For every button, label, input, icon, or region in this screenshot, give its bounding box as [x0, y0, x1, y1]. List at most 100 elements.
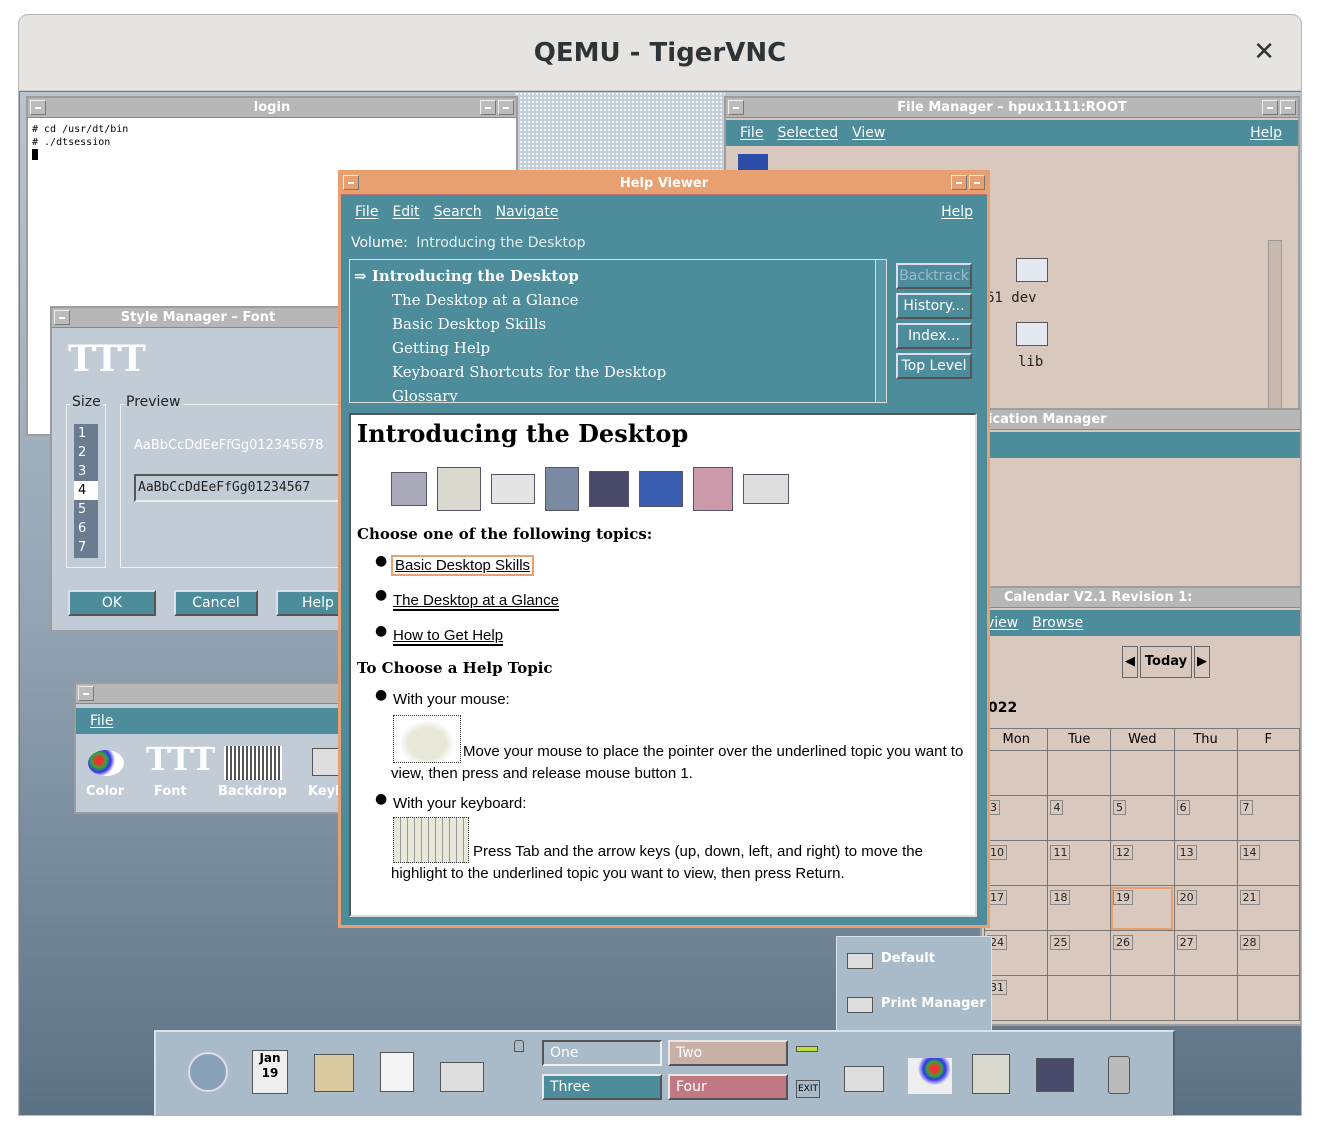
scrollbar[interactable]: [1268, 240, 1282, 410]
maximize-icon[interactable]: [1280, 100, 1296, 115]
day-cell[interactable]: 6: [1173, 795, 1238, 841]
window-menu-icon[interactable]: [54, 310, 70, 325]
toc-scrollbar[interactable]: [875, 259, 887, 403]
topic-tree[interactable]: ⇒ Introducing the Desktop The Desktop at…: [349, 259, 879, 403]
day-cell[interactable]: 4: [1047, 795, 1111, 841]
toc-item-current[interactable]: ⇒ Introducing the Desktop: [354, 264, 878, 288]
calendar-icon[interactable]: Jan 19: [252, 1050, 288, 1094]
menu-file[interactable]: File: [90, 713, 113, 729]
folder-locked-icon[interactable]: [1016, 322, 1048, 346]
day-cell[interactable]: 5: [1109, 795, 1175, 841]
window-menu-icon[interactable]: [728, 100, 744, 115]
menu-view[interactable]: view: [986, 615, 1018, 631]
file-label[interactable]: dev: [1011, 290, 1036, 306]
color-label[interactable]: Color: [86, 784, 124, 799]
lock-icon[interactable]: [514, 1040, 524, 1052]
workspace-four[interactable]: Four: [668, 1074, 788, 1100]
day-cell[interactable]: 14: [1236, 840, 1301, 886]
login-titlebar[interactable]: login: [28, 98, 516, 118]
topic-link[interactable]: How to Get Help: [393, 627, 504, 646]
history-button[interactable]: History...: [896, 293, 972, 319]
app-manager-icon[interactable]: [972, 1054, 1010, 1094]
backdrop-icon[interactable]: [224, 746, 282, 780]
backtrack-button[interactable]: Backtrack: [896, 263, 972, 289]
day-cell[interactable]: 31: [983, 975, 1049, 1021]
folder-locked-icon[interactable]: [1016, 258, 1048, 282]
day-cell[interactable]: 18: [1047, 885, 1111, 931]
minimize-icon[interactable]: [951, 175, 967, 190]
style-manager-icon[interactable]: [908, 1058, 952, 1094]
top-level-button[interactable]: Top Level: [896, 353, 972, 379]
file-manager-titlebar[interactable]: File Manager – hpux1111:ROOT: [726, 98, 1298, 118]
workspace-two[interactable]: Two: [668, 1040, 788, 1066]
day-cell[interactable]: 21: [1236, 885, 1301, 931]
day-cell[interactable]: [1236, 750, 1301, 796]
calendar-titlebar[interactable]: Calendar V2.1 Revision 1: root@hpux111: [982, 588, 1300, 625]
toc-item[interactable]: Keyboard Shortcuts for the Desktop: [354, 360, 878, 384]
window-menu-icon[interactable]: [343, 175, 359, 190]
day-cell-today[interactable]: 19: [1109, 885, 1175, 931]
help-viewer-titlebar[interactable]: Help Viewer: [341, 173, 987, 195]
size-option[interactable]: 1: [74, 424, 98, 443]
style-manager-titlebar[interactable]: [76, 684, 352, 704]
prev-arrow-icon[interactable]: ◀: [1122, 646, 1138, 678]
printer-default[interactable]: Default: [881, 951, 935, 966]
style-manager-titlebar[interactable]: Style Manager – Font: [52, 308, 344, 328]
close-icon[interactable]: ✕: [1253, 37, 1275, 67]
day-cell[interactable]: [1047, 975, 1111, 1021]
terminal-text[interactable]: # cd /usr/dt/bin # ./dtsession: [32, 123, 128, 160]
workspace-one[interactable]: One: [542, 1040, 662, 1066]
cancel-button[interactable]: Cancel: [174, 590, 258, 616]
workspace-three[interactable]: Three: [542, 1074, 662, 1100]
topic-link[interactable]: Basic Desktop Skills: [391, 555, 535, 576]
ok-button[interactable]: OK: [68, 590, 156, 616]
menu-file[interactable]: File: [355, 204, 378, 220]
toc-item[interactable]: The Desktop at a Glance: [354, 288, 878, 312]
day-cell[interactable]: 17: [983, 885, 1049, 931]
day-cell[interactable]: [1173, 750, 1238, 796]
size-list[interactable]: 1 2 3 4 5 6 7: [74, 424, 98, 558]
toc-item[interactable]: Getting Help: [354, 336, 878, 360]
today-button[interactable]: Today: [1140, 646, 1192, 678]
text-editor-icon[interactable]: [380, 1052, 414, 1092]
calendar-window[interactable]: Calendar V2.1 Revision 1: root@hpux111 v…: [980, 586, 1301, 1026]
maximize-icon[interactable]: [498, 100, 514, 115]
preview-field[interactable]: AaBbCcDdEeFfGg01234567: [134, 474, 354, 502]
size-option[interactable]: 2: [74, 443, 98, 462]
day-cell[interactable]: [1109, 750, 1175, 796]
menu-help[interactable]: Help: [1250, 125, 1282, 141]
mailer-icon[interactable]: [440, 1062, 484, 1092]
day-cell[interactable]: [1236, 975, 1301, 1021]
minimize-icon[interactable]: [480, 100, 496, 115]
size-option[interactable]: 3: [74, 462, 98, 481]
menu-edit[interactable]: Edit: [392, 204, 419, 220]
style-manager-window[interactable]: File TTT Color Font Backdrop Keyb: [74, 682, 354, 814]
day-cell[interactable]: [1173, 975, 1238, 1021]
help-manager-icon[interactable]: [1036, 1058, 1074, 1092]
trash-icon[interactable]: [1108, 1056, 1130, 1094]
toc-item[interactable]: Basic Desktop Skills: [354, 312, 878, 336]
style-manager-font-window[interactable]: Style Manager – Font TTT Size 1 2 3 4 5 …: [50, 306, 360, 632]
palette-icon[interactable]: [88, 750, 124, 776]
printer-icon[interactable]: [844, 1066, 884, 1092]
index-button[interactable]: Index...: [896, 323, 972, 349]
next-arrow-icon[interactable]: ▶: [1194, 646, 1210, 678]
size-option[interactable]: 7: [74, 538, 98, 557]
day-cell[interactable]: 7: [1236, 795, 1301, 841]
toc-item[interactable]: Glossary: [354, 384, 878, 402]
font-label[interactable]: Font: [154, 784, 187, 799]
menu-help[interactable]: Help: [941, 204, 973, 220]
day-cell[interactable]: [1047, 750, 1111, 796]
clock-icon[interactable]: [188, 1052, 228, 1092]
file-manager-icon[interactable]: [314, 1054, 354, 1092]
window-menu-icon[interactable]: [30, 100, 46, 115]
menu-navigate[interactable]: Navigate: [496, 204, 559, 220]
help-viewer-window[interactable]: Help Viewer File Edit Search Navigate He…: [338, 170, 990, 928]
day-cell[interactable]: 12: [1109, 840, 1175, 886]
day-cell[interactable]: 25: [1047, 930, 1111, 976]
minimize-icon[interactable]: [1262, 100, 1278, 115]
day-cell[interactable]: 27: [1173, 930, 1238, 976]
menu-selected[interactable]: Selected: [777, 125, 838, 141]
menu-search[interactable]: Search: [434, 204, 482, 220]
menu-browse[interactable]: Browse: [1032, 615, 1083, 631]
